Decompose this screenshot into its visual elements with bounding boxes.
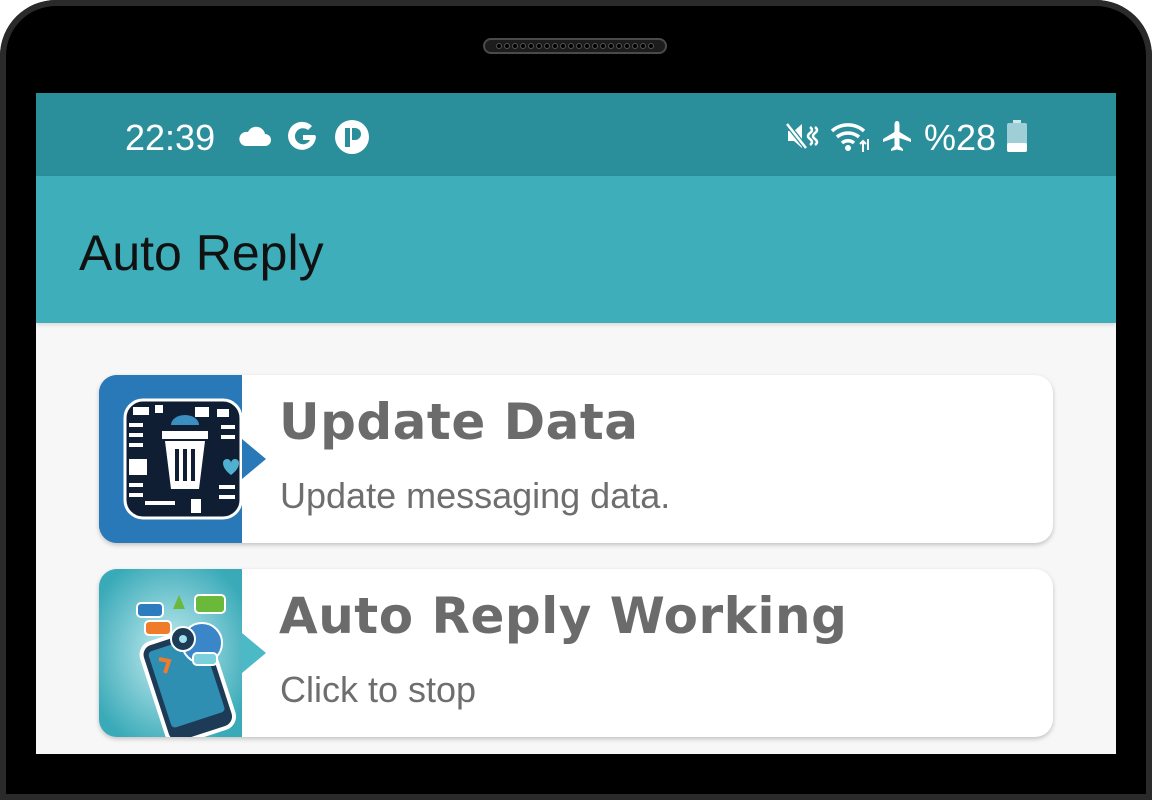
card-pointer (242, 633, 266, 673)
phone-chat-icon (99, 569, 242, 737)
status-bar: 22:39 %28 (36, 93, 1116, 176)
cloud-icon (236, 126, 272, 152)
card-title: Auto Reply Working (279, 587, 848, 645)
status-right-icons: %28 (784, 117, 1028, 159)
card-title: Update Data (279, 393, 639, 451)
wifi-icon (830, 119, 870, 157)
card-subtitle: Click to stop (280, 669, 477, 710)
p-app-icon (334, 119, 370, 159)
app-title: Auto Reply (79, 225, 324, 281)
status-left-icons (236, 119, 370, 159)
trash-data-icon (99, 375, 242, 543)
card-subtitle: Update messaging data. (280, 475, 671, 516)
status-time: 22:39 (125, 117, 216, 158)
google-icon (286, 120, 320, 158)
screen: 22:39 %28 Auto Reply Update Data Update … (36, 93, 1116, 754)
mute-vibrate-icon (784, 119, 820, 157)
app-bar: Auto Reply (36, 176, 1116, 323)
update-data-card[interactable]: Update Data Update messaging data. (99, 375, 1053, 543)
airplane-icon (880, 119, 914, 157)
auto-reply-card[interactable]: Auto Reply Working Click to stop (99, 569, 1053, 737)
battery-icon (1006, 119, 1028, 157)
battery-percent: %28 (923, 117, 996, 158)
card-pointer (242, 439, 266, 479)
earpiece-speaker (483, 38, 667, 54)
